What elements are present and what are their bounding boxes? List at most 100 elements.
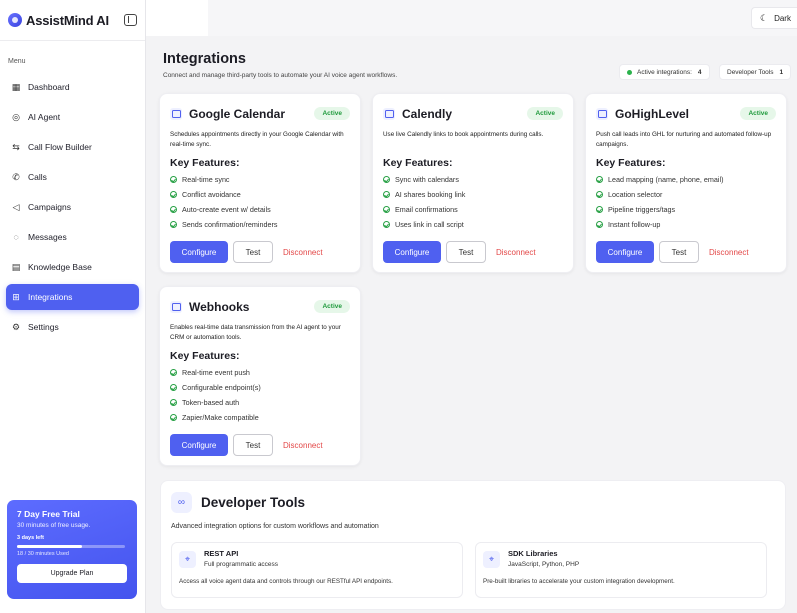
check-circle-icon <box>170 399 177 406</box>
sidebar-item-ai-agent[interactable]: ◎ AI Agent <box>6 104 139 130</box>
disconnect-button[interactable]: Disconnect <box>283 441 323 450</box>
configure-button[interactable]: Configure <box>596 241 654 263</box>
feature-text: Pipeline triggers/tags <box>608 205 676 214</box>
features-title: Key Features: <box>170 350 240 362</box>
test-button[interactable]: Test <box>446 241 486 263</box>
status-badge: Active <box>314 300 350 313</box>
book-icon: ▤ <box>11 261 21 272</box>
check-circle-icon <box>383 221 390 228</box>
feature-item: Uses link in call script <box>383 217 563 232</box>
sidebar-item-label: Dashboard <box>28 82 70 92</box>
sidebar-item-knowledge-base[interactable]: ▤ Knowledge Base <box>6 254 139 280</box>
sidebar-item-campaigns[interactable]: ◁ Campaigns <box>6 194 139 220</box>
card-description: Enables real-time data transmission from… <box>170 324 341 341</box>
theme-toggle-button[interactable]: ☾ Dark <box>751 7 797 29</box>
feature-text: AI shares booking link <box>395 190 466 199</box>
configure-button[interactable]: Configure <box>170 434 228 456</box>
top-bar: ☾ Dark <box>146 0 797 36</box>
sidebar-item-integrations[interactable]: ⊞ Integrations <box>6 284 139 310</box>
brand-name: AssistMind AI <box>26 12 109 28</box>
feature-item: Pipeline triggers/tags <box>596 202 776 217</box>
sidebar-item-label: Messages <box>28 232 67 242</box>
trial-panel: 7 Day Free Trial 30 minutes of free usag… <box>7 500 137 599</box>
rest-api-title: REST API <box>204 549 239 558</box>
test-button[interactable]: Test <box>659 241 699 263</box>
top-bar-tab <box>146 0 208 36</box>
developer-tools-pill-label: Developer Tools <box>727 68 774 76</box>
feature-item: Lead mapping (name, phone, email) <box>596 172 776 187</box>
configure-button[interactable]: Configure <box>170 241 228 263</box>
sidebar-item-label: AI Agent <box>28 112 61 122</box>
integrations-icon: ⊞ <box>12 291 20 302</box>
feature-item: Instant follow-up <box>596 217 776 232</box>
configure-button[interactable]: Configure <box>383 241 441 263</box>
card-title: Calendly <box>402 106 453 121</box>
disconnect-button[interactable]: Disconnect <box>496 248 536 257</box>
sidebar-item-label: Calls <box>28 172 47 182</box>
feature-item: Token-based auth <box>170 395 350 410</box>
check-circle-icon <box>596 206 603 213</box>
feature-text: Real-time sync <box>182 175 230 184</box>
check-circle-icon <box>596 176 603 183</box>
card-description: Push call leads into GHL for nurturing a… <box>596 131 772 148</box>
feature-item: Email confirmations <box>383 202 563 217</box>
calendar-icon <box>596 107 608 120</box>
trial-progress-fill <box>17 545 82 548</box>
rest-api-description: Access all voice agent data and controls… <box>179 578 393 585</box>
sidebar-item-settings[interactable]: ⚙ Settings <box>6 314 139 340</box>
rest-api-subtitle: Full programmatic access <box>204 561 279 568</box>
integration-card-google-calendar: Google Calendar Active Schedules appoint… <box>159 93 361 273</box>
grid-icon: ▦ <box>11 81 21 92</box>
feature-text: Zapier/Make compatible <box>182 413 259 422</box>
check-circle-icon <box>170 206 177 213</box>
feature-item: Sync with calendars <box>383 172 563 187</box>
active-integrations-label: Active integrations: <box>637 68 692 76</box>
upgrade-plan-button[interactable]: Upgrade Plan <box>17 564 127 583</box>
sdk-icon: ⌖ <box>483 551 500 568</box>
status-badge: Active <box>527 107 563 120</box>
rest-api-box[interactable]: ⌖ REST API Full programmatic access Acce… <box>171 542 463 598</box>
feature-text: Token-based auth <box>182 398 240 407</box>
integration-card-webhooks: Webhooks Active Enables real-time data t… <box>159 286 361 466</box>
link-icon: ∞ <box>171 492 192 513</box>
test-button[interactable]: Test <box>233 241 273 263</box>
trial-progress-bar <box>17 545 125 548</box>
page-subtitle: Connect and manage third-party tools to … <box>163 72 398 79</box>
check-circle-icon <box>383 206 390 213</box>
feature-text: Sync with calendars <box>395 175 459 184</box>
test-button[interactable]: Test <box>233 434 273 456</box>
message-icon: ◌ <box>13 232 19 242</box>
feature-item: Auto-create event w/ details <box>170 202 350 217</box>
sdk-libraries-box[interactable]: ⌖ SDK Libraries JavaScript, Python, PHP … <box>475 542 767 598</box>
feature-item: AI shares booking link <box>383 187 563 202</box>
check-circle-icon <box>596 191 603 198</box>
sidebar-toggle-icon[interactable] <box>124 14 137 26</box>
sidebar-item-label: Settings <box>28 322 59 332</box>
sidebar-item-messages[interactable]: ◌ Messages <box>6 224 139 250</box>
sidebar-item-label: Call Flow Builder <box>28 142 92 152</box>
disconnect-button[interactable]: Disconnect <box>709 248 749 257</box>
sidebar-item-call-flow-builder[interactable]: ⇆ Call Flow Builder <box>6 134 139 160</box>
sidebar-item-label: Campaigns <box>28 202 71 212</box>
sidebar-item-dashboard[interactable]: ▦ Dashboard <box>6 74 139 100</box>
status-badge: Active <box>314 107 350 120</box>
api-icon: ⌖ <box>179 551 196 568</box>
features-title: Key Features: <box>383 157 453 169</box>
sdk-libraries-subtitle: JavaScript, Python, PHP <box>508 561 580 568</box>
check-circle-icon <box>170 176 177 183</box>
disconnect-button[interactable]: Disconnect <box>283 248 323 257</box>
check-circle-icon <box>170 384 177 391</box>
sidebar-item-calls[interactable]: ✆ Calls <box>6 164 139 190</box>
feature-list: Sync with calendars AI shares booking li… <box>383 172 563 232</box>
check-circle-icon <box>170 221 177 228</box>
feature-list: Real-time event push Configurable endpoi… <box>170 365 350 425</box>
card-title: Google Calendar <box>189 106 286 121</box>
feature-item: Real-time sync <box>170 172 350 187</box>
integration-card-calendly: Calendly Active Use live Calendly links … <box>372 93 574 273</box>
trial-title: 7 Day Free Trial <box>17 509 80 519</box>
calendar-icon <box>170 300 182 313</box>
moon-icon: ☾ <box>760 12 769 23</box>
theme-toggle-label: Dark <box>774 13 791 23</box>
feature-text: Sends confirmation/reminders <box>182 220 278 229</box>
card-description: Schedules appointments directly in your … <box>170 131 344 148</box>
